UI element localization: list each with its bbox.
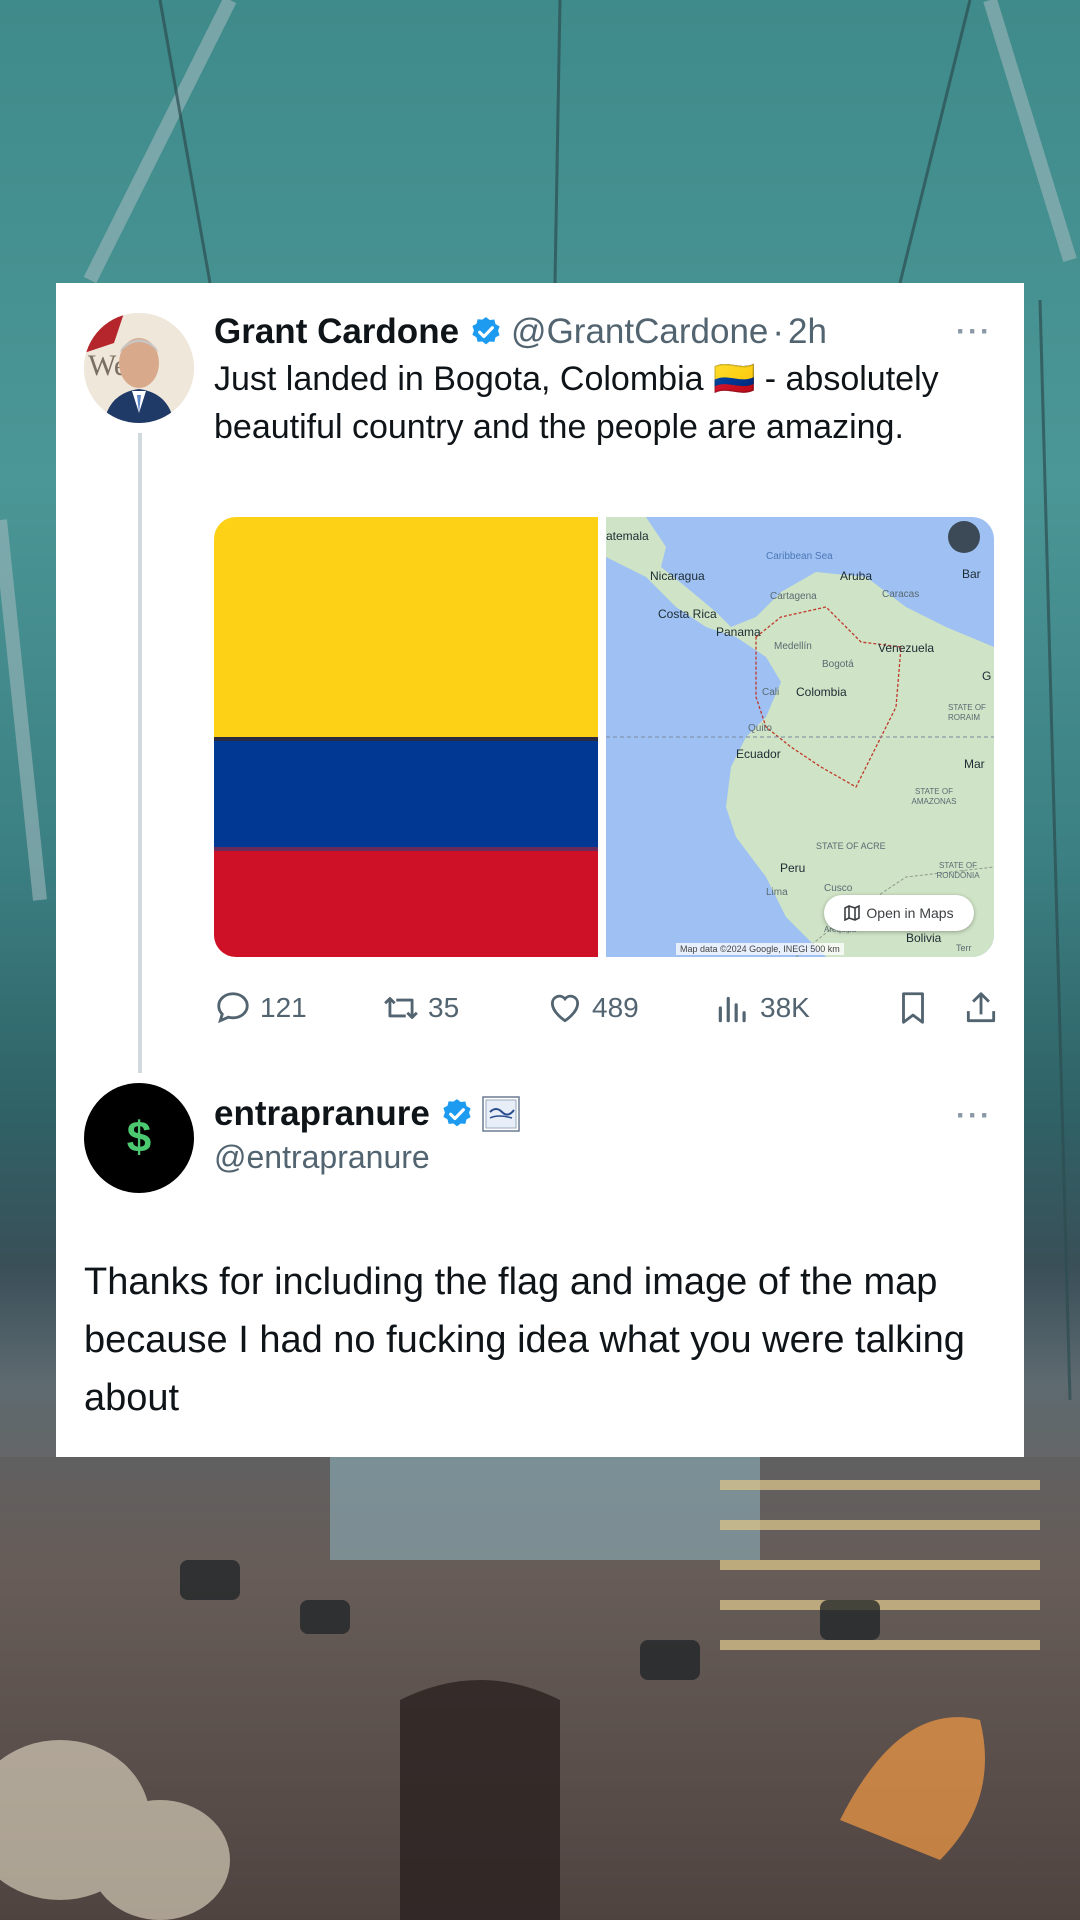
bookmark-button[interactable]: [894, 983, 932, 1033]
map-label-aruba: Aruba: [840, 569, 873, 583]
map-label-colombia: Colombia: [796, 685, 847, 699]
tweet1-action-bar: 121 35 489 38K: [214, 983, 996, 1033]
map-label-caracas: Caracas: [882, 589, 920, 600]
map-label-ecuador: Ecuador: [736, 747, 781, 761]
tweet1-media[interactable]: atemala Caribbean Sea Nicaragua Aruba Ba…: [214, 517, 994, 957]
flag-blue-band: [214, 737, 598, 851]
reply-icon: [217, 992, 249, 1024]
map-label-costa-rica: Costa Rica: [658, 607, 717, 621]
map-label-bogota: Bogotá: [822, 659, 854, 670]
open-in-maps-button[interactable]: Open in Maps: [824, 895, 974, 931]
flag-yellow-band: [214, 517, 598, 737]
reply-count: 121: [260, 992, 307, 1023]
tweet1-handle[interactable]: @GrantCardone: [511, 312, 768, 352]
views-chart-icon: [718, 996, 746, 1023]
map-image[interactable]: atemala Caribbean Sea Nicaragua Aruba Ba…: [606, 517, 994, 957]
tweet1-header: Grant Cardone @GrantCardone · 2h: [214, 307, 827, 357]
map-label-lima: Lima: [766, 887, 788, 898]
map-terms-link[interactable]: Terr: [956, 943, 972, 953]
tweet2-text: Thanks for including the flag and image …: [84, 1261, 965, 1419]
flag-red-band: [214, 847, 598, 957]
tweet2-handle[interactable]: @entrapranure: [214, 1139, 430, 1176]
tweet2-header: entrapranure: [214, 1091, 520, 1137]
map-label-caribbean-sea: Caribbean Sea: [766, 551, 833, 562]
map-icon: [844, 905, 861, 921]
tweet-card: We Grant Cardone @GrantCardone · 2h ··· …: [56, 283, 1024, 1457]
map-label-acre: STATE OF ACRE: [816, 841, 886, 851]
thread-connector-line: [138, 433, 142, 1073]
map-label-venezuela: Venezuela: [878, 641, 935, 655]
retweet-icon: [384, 997, 418, 1019]
share-button[interactable]: [962, 983, 1000, 1033]
map-label-cali: Cali: [762, 687, 780, 698]
tweet1-separator: ·: [772, 312, 785, 351]
dollar-sign-icon: $: [126, 1113, 152, 1162]
map-label-cusco: Cusco: [824, 883, 853, 894]
map-label-quito: Quito: [748, 723, 772, 734]
views-count: 38K: [760, 992, 810, 1023]
verified-badge-icon: [443, 1099, 471, 1127]
verified-badge-icon: [472, 317, 500, 345]
tweet1-text: Just landed in Bogota, Colombia 🇨🇴 - abs…: [214, 360, 939, 446]
tweet1-more-options-icon[interactable]: ···: [956, 315, 992, 349]
map-expand-button[interactable]: [948, 521, 980, 553]
map-label-cartagena: Cartagena: [770, 591, 817, 602]
map-label-medellin: Medellín: [774, 641, 812, 652]
tweet1-time[interactable]: 2h: [788, 312, 827, 352]
map-land-shapes: [606, 517, 994, 957]
tweet2-more-options-icon[interactable]: ···: [956, 1099, 992, 1133]
heart-icon: [550, 994, 580, 1023]
map-label-barbados: Bar: [962, 567, 981, 581]
retweet-count: 35: [428, 992, 460, 1023]
grant-cardone-avatar[interactable]: We: [84, 313, 194, 423]
map-label-peru: Peru: [780, 861, 806, 875]
colombia-flag-image[interactable]: [214, 517, 598, 957]
tweet2-author-name[interactable]: entrapranure: [214, 1094, 430, 1134]
like-button[interactable]: 489: [546, 983, 639, 1033]
map-label-nicaragua: Nicaragua: [650, 569, 705, 583]
map-label-rondonia: STATE OF RONDÔNIA: [936, 861, 980, 880]
map-label-guatemala: atemala: [606, 529, 649, 543]
retweet-button[interactable]: 35: [382, 983, 459, 1033]
entrapranure-avatar[interactable]: $: [84, 1083, 194, 1193]
map-label-amazonas: STATE OF AMAZONAS: [911, 787, 957, 806]
share-icon: [966, 992, 996, 1023]
map-label-guyana: G: [982, 669, 992, 683]
tweet1-author-name[interactable]: Grant Cardone: [214, 312, 459, 352]
affiliate-badge-icon: [482, 1096, 520, 1132]
reply-button[interactable]: 121: [214, 983, 307, 1033]
open-in-maps-label: Open in Maps: [866, 905, 954, 921]
like-count: 489: [592, 992, 639, 1023]
map-label-bolivia: Bolivia: [906, 931, 942, 945]
map-label-roraima: STATE OF RORAIM: [948, 703, 986, 722]
map-attribution: Map data ©2024 Google, INEGI 500 km: [676, 943, 844, 955]
map-label-panama: Panama: [716, 625, 761, 639]
bookmark-icon: [902, 992, 924, 1024]
avatar-portrait-icon: We: [84, 313, 194, 423]
views-button[interactable]: 38K: [714, 983, 810, 1033]
map-label-manaus: Mar: [964, 757, 985, 771]
